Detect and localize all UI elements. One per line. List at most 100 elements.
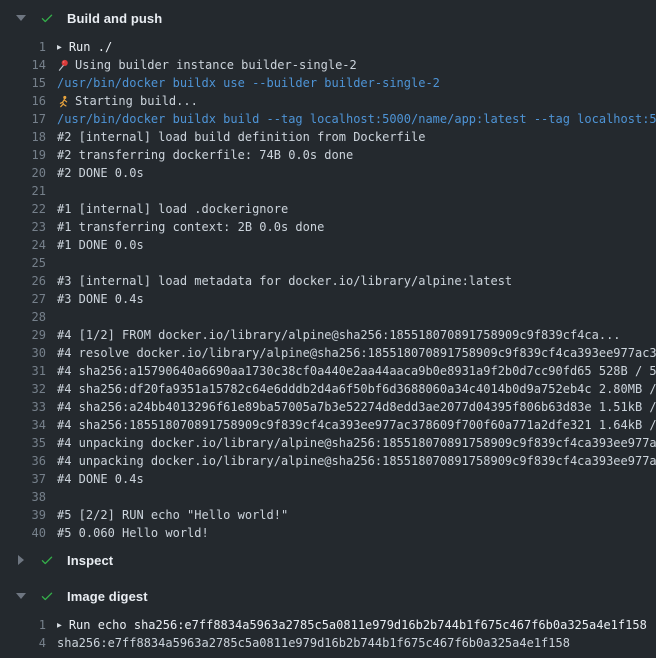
log-line: 25 <box>0 254 656 272</box>
line-content: #3 [internal] load metadata for docker.i… <box>57 274 656 288</box>
line-content[interactable]: ▶ Run ./ <box>57 40 656 54</box>
line-content[interactable]: ▶Run echo sha256:e7ff8834a5963a2785c5a08… <box>57 618 656 632</box>
line-number[interactable]: 39 <box>0 508 46 522</box>
log-line: 21 <box>0 182 656 200</box>
line-content: #1 [internal] load .dockerignore <box>57 202 656 216</box>
line-number[interactable]: 35 <box>0 436 46 450</box>
log-line: 30 #4 resolve docker.io/library/alpine@sh… <box>0 344 656 362</box>
line-text: Run ./ <box>69 40 112 54</box>
chevron-right-icon[interactable] <box>15 554 27 566</box>
line-number[interactable]: 27 <box>0 292 46 306</box>
line-content: #1 DONE 0.0s <box>57 238 656 252</box>
line-number[interactable]: 31 <box>0 364 46 378</box>
log-group-title: Image digest <box>67 589 148 604</box>
log-line: 40 #5 0.060 Hello world! <box>0 524 656 542</box>
log-line: 26 #3 [internal] load metadata for docker… <box>0 272 656 290</box>
line-number[interactable]: 18 <box>0 130 46 144</box>
line-content: #2 transferring dockerfile: 74B 0.0s don… <box>57 148 656 162</box>
line-number[interactable]: 21 <box>0 184 46 198</box>
line-number[interactable]: 25 <box>0 256 46 270</box>
log-group-image-digest: Image digest 1 ▶Run echo sha256:e7ff8834a5… <box>0 578 656 652</box>
line-content: #4 sha256:a15790640a6690aa1730c38cf0a440… <box>57 364 656 378</box>
log-lines-image-digest: 1 ▶Run echo sha256:e7ff8834a5963a2785c5a0… <box>0 616 656 652</box>
log-group-header-inspect[interactable]: Inspect <box>0 542 656 578</box>
log-line: 36 #4 unpacking docker.io/library/alpine@… <box>0 452 656 470</box>
line-number[interactable]: 40 <box>0 526 46 540</box>
log-line: 27#3 DONE 0.4s <box>0 290 656 308</box>
chevron-down-icon[interactable] <box>15 12 27 24</box>
line-number[interactable]: 20 <box>0 166 46 180</box>
line-number[interactable]: 24 <box>0 238 46 252</box>
line-number[interactable]: 37 <box>0 472 46 486</box>
line-text: #4 unpacking docker.io/library/alpine@sh… <box>57 436 656 450</box>
line-content: #5 0.060 Hello world! <box>57 526 656 540</box>
line-number[interactable]: 36 <box>0 454 46 468</box>
log-line: 18#2 [internal] load build definition fr… <box>0 128 656 146</box>
line-text: #4 [1/2] FROM docker.io/library/alpine@s… <box>57 328 621 342</box>
line-number[interactable]: 16 <box>0 94 46 108</box>
pushpin-icon <box>57 59 70 72</box>
line-number[interactable]: 34 <box>0 418 46 432</box>
log-line: 28 <box>0 308 656 326</box>
line-content: #4 [1/2] FROM docker.io/library/alpine@s… <box>57 328 656 342</box>
log-line: 29 #4 [1/2] FROM docker.io/library/alpine… <box>0 326 656 344</box>
log-line: 33#4 sha256:a24bb4013296f61e89ba57005a7b… <box>0 398 656 416</box>
line-number[interactable]: 15 <box>0 76 46 90</box>
line-content: #4 resolve docker.io/library/alpine@sha2… <box>57 346 656 360</box>
line-number[interactable]: 23 <box>0 220 46 234</box>
expand-arrow-icon[interactable]: ▶ <box>57 42 62 51</box>
line-number[interactable]: 28 <box>0 310 46 324</box>
log-line: 1 ▶Run echo sha256:e7ff8834a5963a2785c5a0… <box>0 616 656 634</box>
line-text: Starting build... <box>75 94 198 108</box>
line-number[interactable]: 4 <box>0 636 46 650</box>
log-line: 39 #5 [2/2] RUN echo "Hello world!" <box>0 506 656 524</box>
log-line: 16 Starting build... <box>0 92 656 110</box>
line-text: /usr/bin/docker buildx use --builder bui… <box>57 76 440 90</box>
line-number[interactable]: 22 <box>0 202 46 216</box>
line-number[interactable]: 19 <box>0 148 46 162</box>
line-text: #4 sha256:185518070891758909c9f839cf4ca3… <box>57 418 656 432</box>
line-content: /usr/bin/docker buildx build --tag local… <box>57 112 656 126</box>
line-number[interactable]: 38 <box>0 490 46 504</box>
log-line: 20#2 DONE 0.0s <box>0 164 656 182</box>
line-number[interactable]: 1 <box>0 618 46 632</box>
log-group-title: Inspect <box>67 553 113 568</box>
line-number[interactable]: 17 <box>0 112 46 126</box>
success-check-icon <box>40 11 54 25</box>
line-text: #1 transferring context: 2B 0.0s done <box>57 220 324 234</box>
success-check-icon <box>40 589 54 603</box>
line-number[interactable]: 14 <box>0 58 46 72</box>
line-number[interactable]: 30 <box>0 346 46 360</box>
line-text: #3 [internal] load metadata for docker.i… <box>57 274 512 288</box>
log-line: 23 #1 transferring context: 2B 0.0s done <box>0 218 656 236</box>
expand-arrow-icon[interactable]: ▶ <box>57 620 62 629</box>
line-text: sha256:e7ff8834a5963a2785c5a0811e979d16b… <box>57 636 570 650</box>
success-check-icon <box>40 553 54 567</box>
log-line: 24 #1 DONE 0.0s <box>0 236 656 254</box>
log-group-inspect: Inspect <box>0 542 656 578</box>
line-text: #4 unpacking docker.io/library/alpine@sh… <box>57 454 656 468</box>
line-number[interactable]: 29 <box>0 328 46 342</box>
line-text: #4 sha256:a15790640a6690aa1730c38cf0a440… <box>57 364 656 378</box>
line-text: #2 transferring dockerfile: 74B 0.0s don… <box>57 148 353 162</box>
chevron-down-icon[interactable] <box>15 590 27 602</box>
line-number[interactable]: 33 <box>0 400 46 414</box>
line-content: #4 unpacking docker.io/library/alpine@sh… <box>57 454 656 468</box>
line-text: #4 DONE 0.4s <box>57 472 144 486</box>
line-text: #4 sha256:df20fa9351a15782c64e6dddb2d4a6… <box>57 382 656 396</box>
log-line: 32 #4 sha256:df20fa9351a15782c64e6dddb2d4… <box>0 380 656 398</box>
log-line: 31 #4 sha256:a15790640a6690aa1730c38cf0a4… <box>0 362 656 380</box>
line-number[interactable]: 1 <box>0 40 46 54</box>
line-text: /usr/bin/docker buildx build --tag local… <box>57 112 656 126</box>
runner-icon <box>57 95 70 108</box>
log-line: 4 sha256:e7ff8834a5963a2785c5a0811e979d16… <box>0 634 656 652</box>
log-group-header-build-and-push[interactable]: Build and push <box>0 0 656 36</box>
line-content: sha256:e7ff8834a5963a2785c5a0811e979d16b… <box>57 636 656 650</box>
log-group-header-image-digest[interactable]: Image digest <box>0 578 656 614</box>
line-text: #1 [internal] load .dockerignore <box>57 202 288 216</box>
line-content: #5 [2/2] RUN echo "Hello world!" <box>57 508 656 522</box>
line-text: #5 [2/2] RUN echo "Hello world!" <box>57 508 288 522</box>
line-number[interactable]: 26 <box>0 274 46 288</box>
log-line: 38 <box>0 488 656 506</box>
line-number[interactable]: 32 <box>0 382 46 396</box>
